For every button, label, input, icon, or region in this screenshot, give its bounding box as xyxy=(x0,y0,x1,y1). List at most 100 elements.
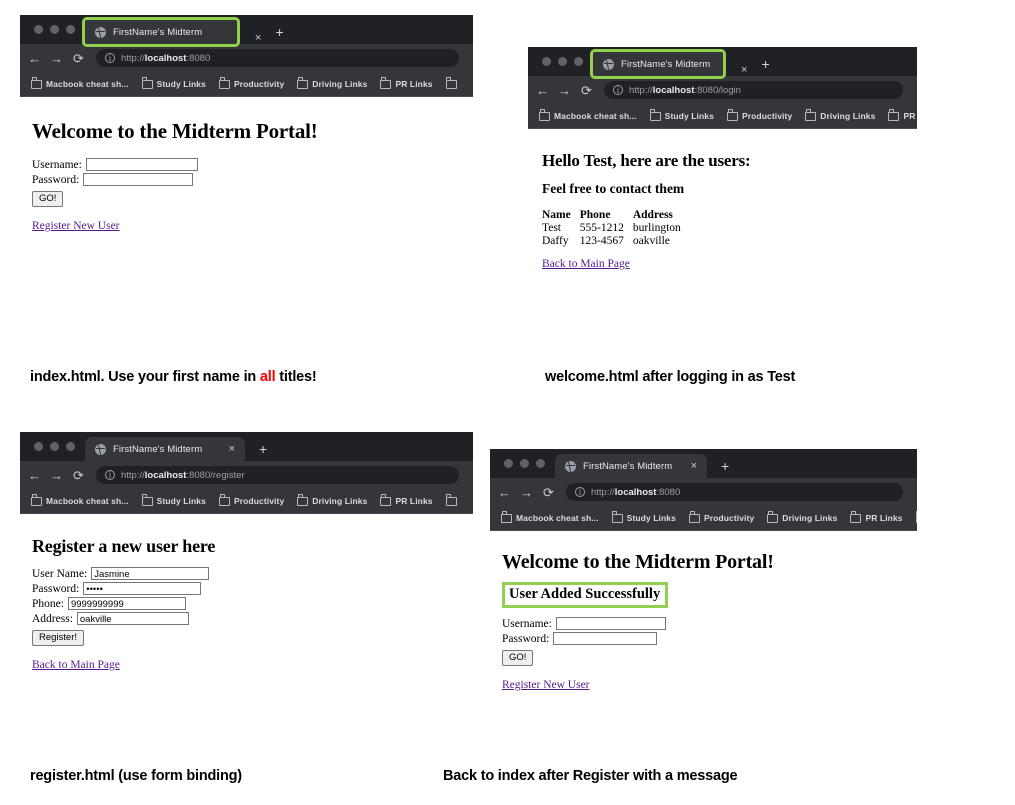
password-input[interactable] xyxy=(83,173,194,186)
site-info-icon[interactable]: i xyxy=(105,470,115,480)
bookmark-item[interactable]: PR Links xyxy=(845,511,907,523)
folder-icon xyxy=(380,494,392,506)
back-icon[interactable]: ← xyxy=(536,84,549,97)
browser-tab[interactable]: FirstName's Midterm × xyxy=(85,437,245,461)
site-info-icon[interactable]: i xyxy=(105,53,115,63)
back-icon[interactable]: ← xyxy=(498,486,511,499)
bookmark-label: Macbook cheat sh... xyxy=(46,79,129,89)
window-traffic-lights[interactable] xyxy=(500,449,555,478)
browser-tab[interactable]: FirstName's Midterm xyxy=(82,17,240,47)
bookmark-item-overflow[interactable] xyxy=(911,511,917,523)
close-tab-icon[interactable]: × xyxy=(691,460,697,472)
bookmark-item-overflow[interactable] xyxy=(441,77,462,89)
maximize-window-dot[interactable] xyxy=(536,459,545,468)
forward-icon[interactable]: → xyxy=(50,52,63,65)
minimize-window-dot[interactable] xyxy=(50,25,59,34)
user-name-input[interactable]: Jasmine xyxy=(91,567,210,580)
bookmark-item[interactable]: Study Links xyxy=(645,109,719,121)
close-tab-icon[interactable]: × xyxy=(229,443,235,455)
bookmarks-bar: Macbook cheat sh... Study Links Producti… xyxy=(490,506,917,531)
new-tab-icon[interactable]: + xyxy=(275,25,283,39)
globe-favicon-icon xyxy=(95,26,106,38)
close-tab-icon[interactable]: × xyxy=(255,33,261,44)
password-input[interactable]: ••••• xyxy=(83,582,202,595)
window-traffic-lights[interactable] xyxy=(30,432,85,461)
bookmark-item[interactable]: Study Links xyxy=(137,77,211,89)
address-bar[interactable]: i http://localhost:8080/login xyxy=(604,81,903,99)
site-info-icon[interactable]: i xyxy=(613,85,623,95)
minimize-window-dot[interactable] xyxy=(50,442,59,451)
new-tab-icon[interactable]: + xyxy=(721,459,729,473)
bookmark-item[interactable]: Driving Links xyxy=(292,494,372,506)
close-window-dot[interactable] xyxy=(542,57,551,66)
phone-input[interactable]: 9999999999 xyxy=(67,597,186,610)
site-info-icon[interactable]: i xyxy=(575,487,585,497)
page-content-welcome: Hello Test, here are the users: Feel fre… xyxy=(528,129,917,324)
bookmark-item[interactable]: PR xyxy=(883,109,917,121)
address-bar-url: http://localhost:8080 xyxy=(591,487,680,498)
new-tab-icon[interactable]: + xyxy=(259,442,267,456)
window-traffic-lights[interactable] xyxy=(538,47,593,76)
maximize-window-dot[interactable] xyxy=(66,25,75,34)
bookmark-item[interactable]: Macbook cheat sh... xyxy=(534,109,642,121)
bookmark-item[interactable]: Productivity xyxy=(214,494,289,506)
bookmark-item[interactable]: Productivity xyxy=(684,511,759,523)
bookmark-item[interactable]: Productivity xyxy=(722,109,797,121)
bookmark-item[interactable]: Driving Links xyxy=(762,511,842,523)
bookmark-item-overflow[interactable] xyxy=(441,494,462,506)
address-bar[interactable]: i http://localhost:8080 xyxy=(566,483,903,501)
minimize-window-dot[interactable] xyxy=(558,57,567,66)
bookmark-item[interactable]: Productivity xyxy=(214,77,289,89)
window-traffic-lights[interactable] xyxy=(30,15,85,44)
username-input[interactable] xyxy=(555,617,666,630)
forward-icon[interactable]: → xyxy=(558,84,571,97)
reload-icon[interactable]: ⟳ xyxy=(72,469,85,482)
go-button[interactable]: GO! xyxy=(32,191,64,207)
back-icon[interactable]: ← xyxy=(28,469,41,482)
forward-icon[interactable]: → xyxy=(50,469,63,482)
browser-toolbar: ← → ⟳ i http://localhost:8080/login xyxy=(528,76,917,104)
close-window-dot[interactable] xyxy=(34,25,43,34)
go-button[interactable]: GO! xyxy=(502,650,534,666)
password-input[interactable] xyxy=(553,632,658,645)
close-window-dot[interactable] xyxy=(34,442,43,451)
minimize-window-dot[interactable] xyxy=(520,459,529,468)
maximize-window-dot[interactable] xyxy=(66,442,75,451)
folder-icon xyxy=(767,511,779,523)
bookmark-item[interactable]: Study Links xyxy=(607,511,681,523)
bookmark-item[interactable]: Study Links xyxy=(137,494,211,506)
address-input[interactable]: oakville xyxy=(76,612,189,625)
bookmark-item[interactable]: Macbook cheat sh... xyxy=(496,511,604,523)
address-bar[interactable]: i http://localhost:8080 xyxy=(96,49,459,67)
bookmark-item[interactable]: PR Links xyxy=(375,77,437,89)
bookmark-item[interactable]: Driving Links xyxy=(800,109,880,121)
bookmark-item[interactable]: Macbook cheat sh... xyxy=(26,494,134,506)
back-to-main-page-link[interactable]: Back to Main Page xyxy=(542,258,630,270)
close-tab-icon[interactable]: × xyxy=(741,65,747,76)
folder-icon xyxy=(445,77,457,89)
back-to-main-page-link[interactable]: Back to Main Page xyxy=(32,659,120,671)
bookmark-item[interactable]: PR Links xyxy=(375,494,437,506)
cell-phone: 123-4567 xyxy=(579,235,624,247)
address-bar[interactable]: i http://localhost:8080/register xyxy=(96,466,459,484)
folder-icon xyxy=(141,77,153,89)
url-scheme: http:// xyxy=(591,486,615,498)
browser-tab[interactable]: FirstName's Midterm xyxy=(590,49,726,79)
browser-tab[interactable]: FirstName's Midterm × xyxy=(555,454,707,478)
maximize-window-dot[interactable] xyxy=(574,57,583,66)
register-button[interactable]: Register! xyxy=(32,630,85,646)
bookmark-item[interactable]: Macbook cheat sh... xyxy=(26,77,134,89)
register-new-user-link[interactable]: Register New User xyxy=(502,679,590,691)
bookmark-label: Productivity xyxy=(703,513,755,523)
register-new-user-link[interactable]: Register New User xyxy=(32,220,120,232)
back-icon[interactable]: ← xyxy=(28,52,41,65)
username-input[interactable] xyxy=(85,158,198,171)
bookmark-item[interactable]: Driving Links xyxy=(292,77,372,89)
reload-icon[interactable]: ⟳ xyxy=(72,52,85,65)
address-label: Address: xyxy=(32,612,73,625)
close-window-dot[interactable] xyxy=(504,459,513,468)
reload-icon[interactable]: ⟳ xyxy=(580,84,593,97)
forward-icon[interactable]: → xyxy=(520,486,533,499)
new-tab-icon[interactable]: + xyxy=(761,57,769,71)
reload-icon[interactable]: ⟳ xyxy=(542,486,555,499)
